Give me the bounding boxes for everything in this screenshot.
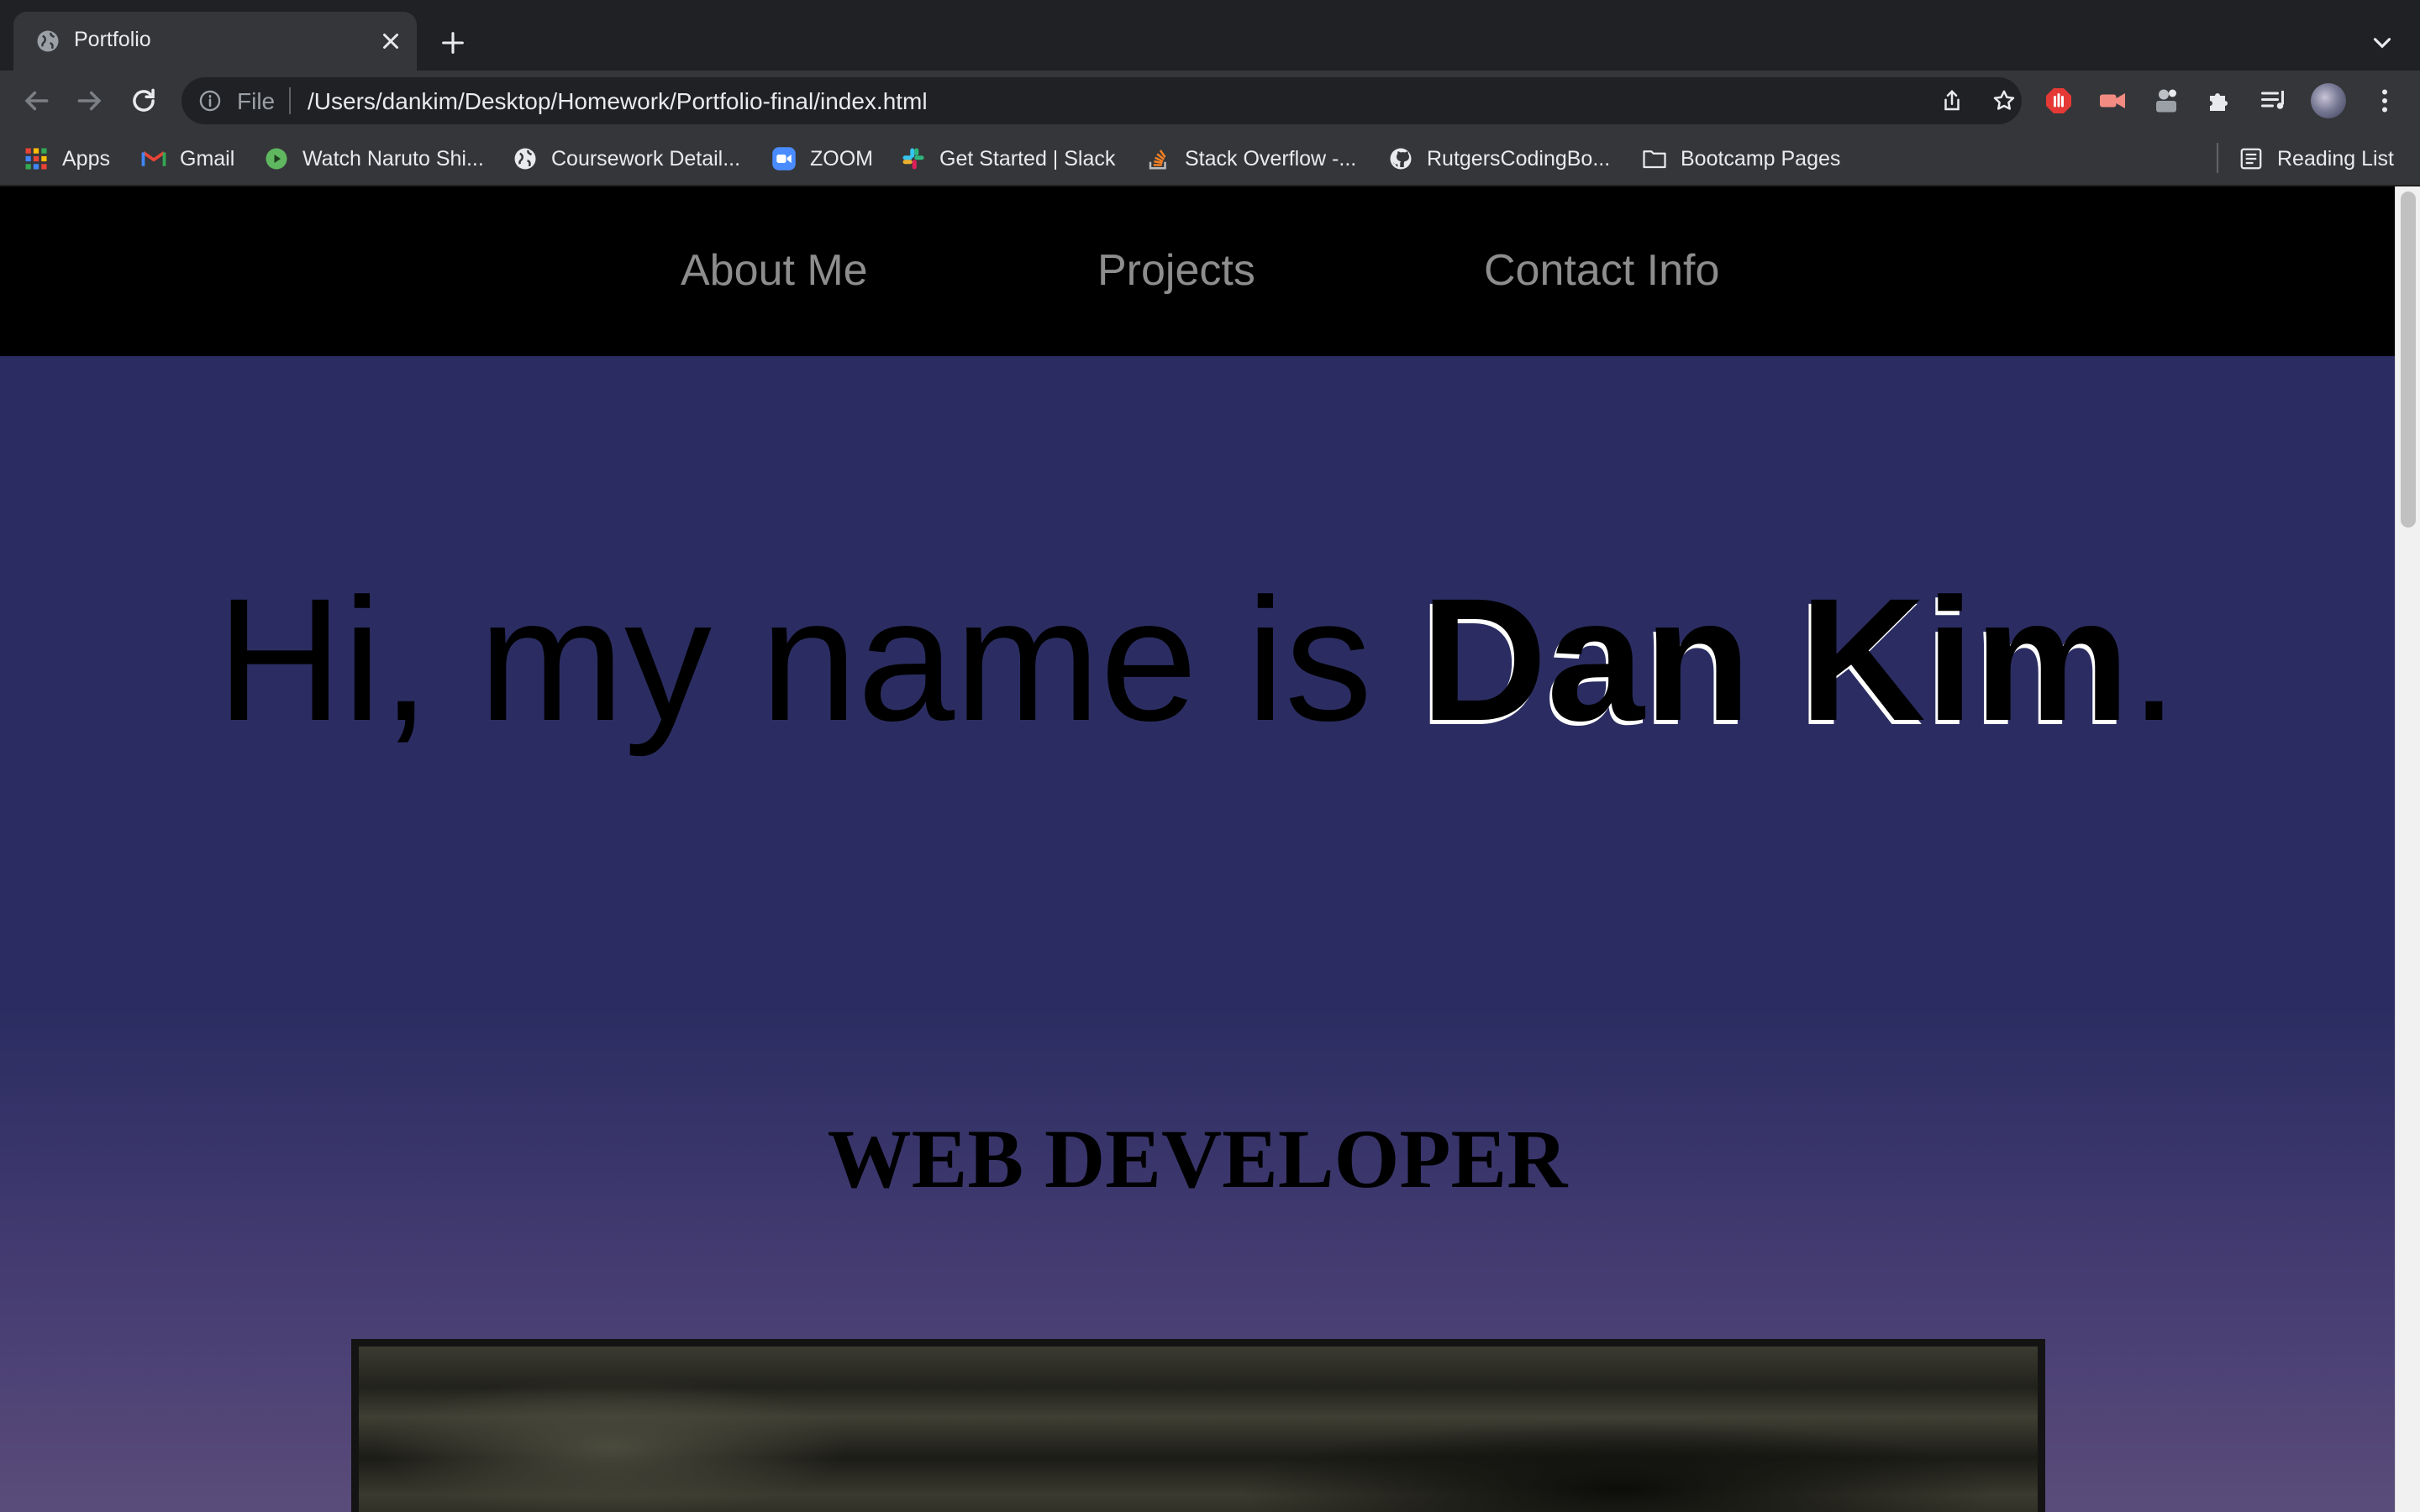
bookmarks-bar: Apps Gmail Watch Naruto Shi... Coursewor…: [0, 131, 2420, 186]
hero-heading: Hi, my name is Dan Kim.: [0, 556, 2395, 766]
url-scheme-label: File: [237, 88, 276, 114]
hero-greeting: Hi, my name is: [216, 563, 1421, 758]
site-nav: About Me Projects Contact Info: [0, 186, 2395, 356]
bookmark-star-icon[interactable]: [1991, 88, 2017, 113]
reading-list-button[interactable]: Reading List: [2238, 143, 2394, 175]
video-record-extension-icon[interactable]: [2097, 86, 2128, 116]
stack-overflow-icon: [1149, 150, 1166, 170]
bookmark-zoom[interactable]: ZOOM: [771, 143, 873, 175]
back-arrow-icon[interactable]: [20, 85, 52, 117]
bookmark-label: Get Started | Slack: [939, 146, 1116, 171]
profile-photo: [351, 1339, 2045, 1512]
page-scrollbar[interactable]: [2395, 186, 2420, 1512]
browser-window: Portfolio File /Users/dankim/Desktop/Hom…: [0, 0, 2420, 1512]
nav-link-contact-info[interactable]: Contact Info: [1484, 245, 1719, 296]
bookmark-naruto[interactable]: Watch Naruto Shi...: [264, 143, 484, 175]
extensions-puzzle-icon[interactable]: [2205, 86, 2235, 116]
tab-strip: Portfolio: [0, 0, 2420, 71]
url-text[interactable]: /Users/dankim/Desktop/Homework/Portfolio…: [308, 88, 928, 115]
nav-link-projects[interactable]: Projects: [1097, 245, 1255, 296]
profile-avatar[interactable]: [2311, 83, 2346, 118]
page-viewport: About Me Projects Contact Info Hi, my na…: [0, 186, 2395, 1512]
bookmark-label: Coursework Detail...: [551, 146, 741, 171]
nav-link-about-me[interactable]: About Me: [681, 245, 868, 296]
reading-list-icon: [2240, 148, 2262, 170]
hero-punctuation: .: [2129, 563, 2179, 758]
adblock-extension-icon[interactable]: [2044, 86, 2074, 116]
slack-icon: [902, 148, 924, 170]
bookmark-folder-bootcamp[interactable]: Bootcamp Pages: [1642, 143, 1840, 175]
tab-title: Portfolio: [74, 28, 151, 51]
bookmark-gmail[interactable]: Gmail: [141, 143, 234, 175]
hero-name: Dan Kim: [1420, 563, 2130, 758]
folder-icon: [1643, 150, 1666, 169]
gmail-icon: [141, 150, 166, 166]
chevron-down-icon[interactable]: [2368, 29, 2396, 57]
bookmark-label: ZOOM: [810, 146, 873, 171]
bookmark-label: Apps: [62, 146, 110, 171]
globe-icon: [37, 30, 59, 52]
new-tab-button[interactable]: [439, 29, 467, 57]
bookmark-rutgers-coding[interactable]: RutgersCodingBo...: [1388, 143, 1610, 175]
bookmark-label: Watch Naruto Shi...: [302, 146, 484, 171]
zoom-icon: [772, 147, 796, 171]
bookmark-label: Gmail: [180, 146, 235, 171]
reading-list-label: Reading List: [2277, 146, 2394, 171]
address-bar[interactable]: File /Users/dankim/Desktop/Homework/Port…: [182, 77, 2022, 124]
forward-arrow-icon[interactable]: [74, 85, 106, 117]
media-controls-icon[interactable]: [2259, 86, 2289, 116]
bookmark-label: RutgersCodingBo...: [1427, 146, 1611, 171]
more-menu-icon[interactable]: [2370, 86, 2400, 116]
bookmark-stack-overflow[interactable]: Stack Overflow -...: [1146, 143, 1356, 175]
reload-icon[interactable]: [128, 85, 160, 117]
browser-toolbar: File /Users/dankim/Desktop/Homework/Port…: [0, 71, 2420, 131]
bookmark-slack[interactable]: Get Started | Slack: [901, 143, 1115, 175]
globe-icon: [514, 148, 536, 170]
bookmark-label: Bootcamp Pages: [1681, 146, 1841, 171]
bookmarks-divider: [2217, 143, 2218, 173]
bookmark-coursework[interactable]: Coursework Detail...: [513, 143, 740, 175]
share-icon[interactable]: [1939, 88, 1965, 113]
apps-grid-icon: [25, 148, 47, 170]
info-icon[interactable]: [198, 89, 222, 113]
close-icon[interactable]: [378, 29, 403, 54]
bookmark-apps[interactable]: Apps: [24, 143, 110, 175]
translate-extension-icon[interactable]: [2151, 86, 2181, 116]
tab-portfolio[interactable]: Portfolio: [13, 12, 417, 71]
job-title: WEB DEVELOPER: [827, 1112, 1568, 1205]
bookmark-label: Stack Overflow -...: [1185, 146, 1357, 171]
github-icon: [1390, 148, 1412, 170]
play-circle-icon: [266, 148, 287, 170]
omnibox-divider: [289, 87, 291, 114]
scrollbar-thumb[interactable]: [2401, 192, 2416, 528]
